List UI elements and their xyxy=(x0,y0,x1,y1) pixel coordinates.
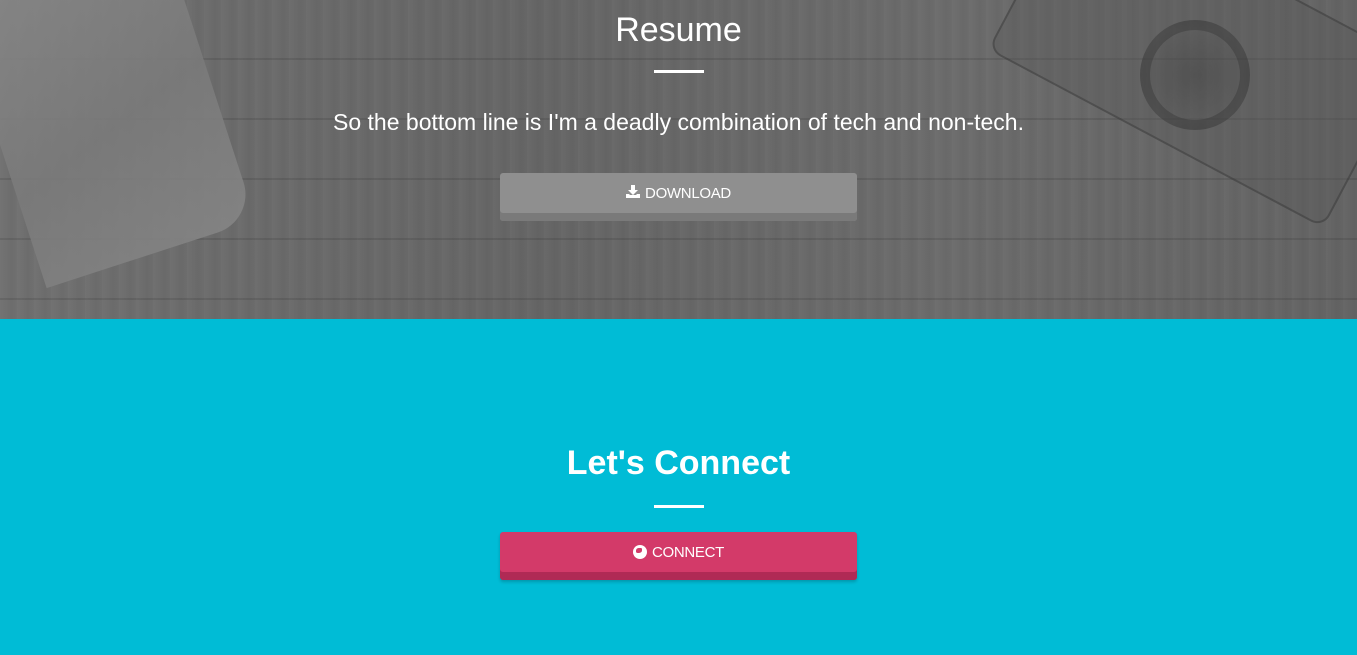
connect-divider xyxy=(653,505,704,508)
download-icon xyxy=(626,185,641,201)
connect-button[interactable]: CONNECT xyxy=(500,532,857,580)
connect-title: Let's Connect xyxy=(566,444,791,482)
resume-divider xyxy=(653,70,704,73)
connect-section: Let's Connect CONNECT xyxy=(0,319,1357,655)
connect-label: CONNECT xyxy=(651,543,725,561)
resume-title: Resume xyxy=(615,11,742,49)
download-button[interactable]: DOWNLOAD xyxy=(500,173,857,221)
resume-text: So the bottom line is I'm a deadly combi… xyxy=(333,109,1024,135)
download-label: DOWNLOAD xyxy=(645,184,731,202)
resume-content: Resume So the bottom line is I'm a deadl… xyxy=(0,0,1357,221)
globe-icon xyxy=(632,545,647,559)
resume-section: Resume So the bottom line is I'm a deadl… xyxy=(0,0,1357,319)
